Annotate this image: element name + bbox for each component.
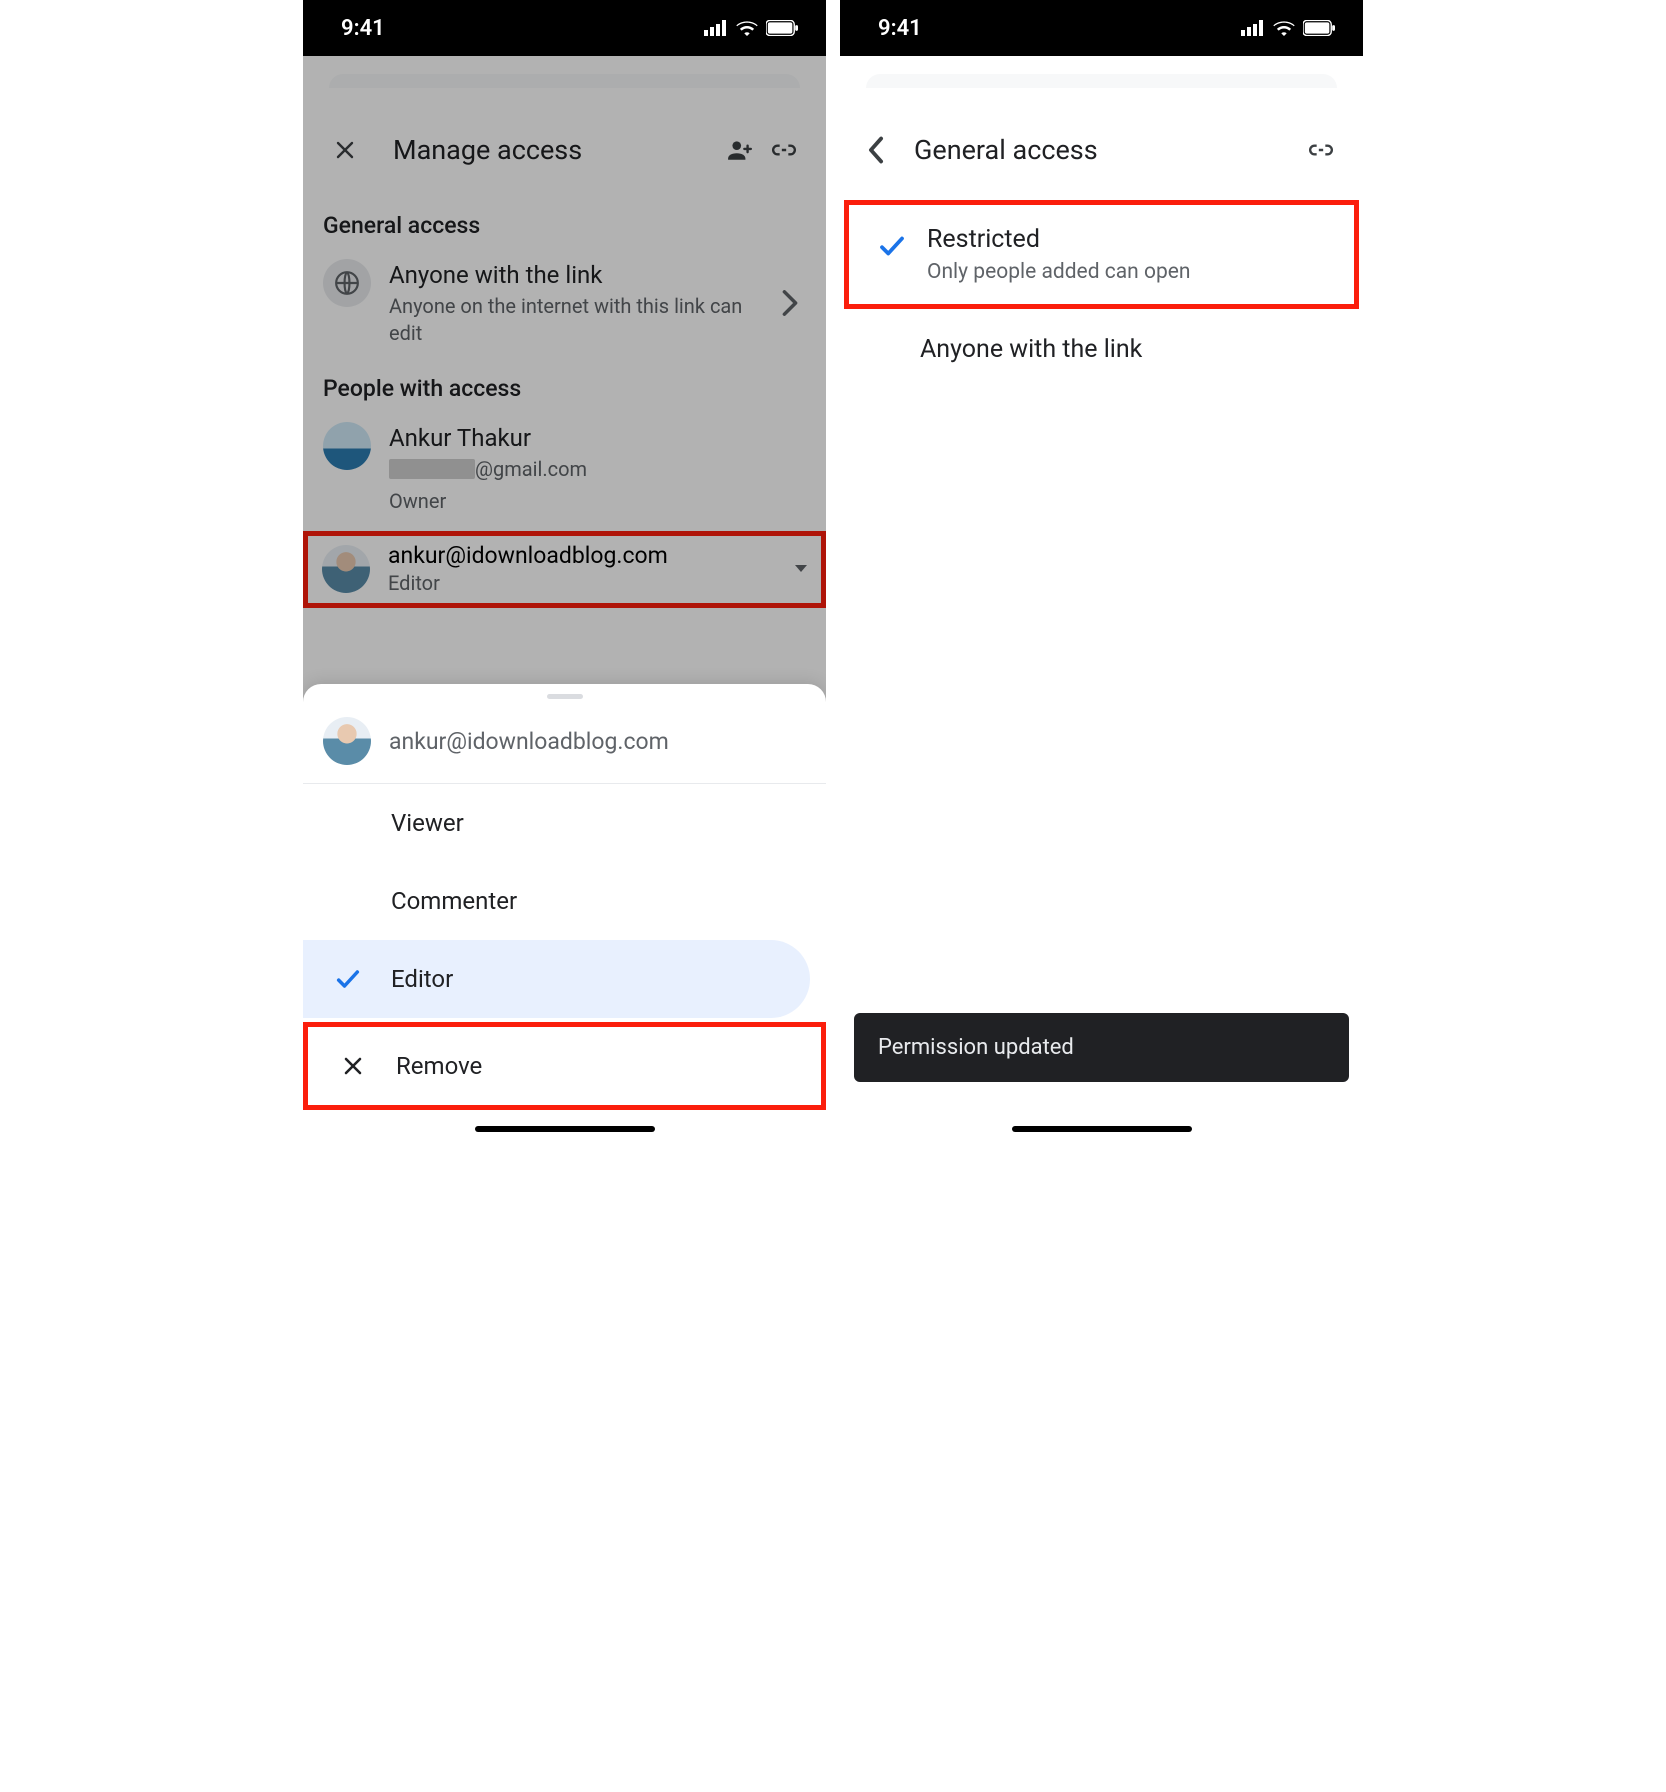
role-option-commenter[interactable]: Commenter <box>303 862 826 940</box>
sheet-header: ankur@idownloadblog.com <box>303 713 826 784</box>
right-screenshot: 9:41 General access <box>840 0 1363 1140</box>
home-indicator <box>1012 1126 1192 1132</box>
status-right <box>1241 20 1335 36</box>
wifi-icon <box>1273 20 1295 36</box>
restricted-option[interactable]: Restricted Only people added can open <box>849 205 1354 304</box>
role-option-viewer[interactable]: Viewer <box>303 784 826 862</box>
toast-text: Permission updated <box>878 1035 1074 1060</box>
back-icon[interactable] <box>854 128 898 172</box>
cellular-icon <box>704 20 728 36</box>
status-bar: 9:41 <box>303 0 826 56</box>
restricted-sub: Only people added can open <box>927 260 1190 284</box>
avatar <box>323 717 371 765</box>
check-icon <box>871 225 913 261</box>
sheet-user-email: ankur@idownloadblog.com <box>389 728 669 755</box>
wifi-icon <box>736 20 758 36</box>
anyone-option[interactable]: Anyone with the link <box>840 309 1363 390</box>
role-option-editor[interactable]: Editor <box>303 940 810 1018</box>
left-screenshot: 9:41 Manage access <box>303 0 826 1140</box>
restricted-option-highlight: Restricted Only people added can open <box>844 200 1359 309</box>
sheet-grabber[interactable] <box>547 694 583 699</box>
status-time: 9:41 <box>341 16 385 41</box>
panel-title: General access <box>898 134 1299 166</box>
anyone-title: Anyone with the link <box>920 335 1142 364</box>
restricted-title: Restricted <box>927 225 1190 254</box>
close-icon <box>328 1054 378 1078</box>
cellular-icon <box>1241 20 1265 36</box>
role-bottom-sheet: ankur@idownloadblog.com Viewer Commenter… <box>303 684 826 1140</box>
home-indicator <box>475 1126 655 1132</box>
remove-option-highlight: Remove <box>303 1022 826 1110</box>
status-right <box>704 20 798 36</box>
status-bar: 9:41 <box>840 0 1363 56</box>
sheet-tab-peek <box>866 74 1337 88</box>
check-icon <box>323 965 373 993</box>
role-option-remove[interactable]: Remove <box>308 1027 821 1105</box>
battery-icon <box>766 20 798 36</box>
panel-header: General access <box>840 88 1363 200</box>
battery-icon <box>1303 20 1335 36</box>
status-time: 9:41 <box>878 16 922 41</box>
link-icon[interactable] <box>1299 128 1343 172</box>
permission-toast: Permission updated <box>854 1013 1349 1082</box>
